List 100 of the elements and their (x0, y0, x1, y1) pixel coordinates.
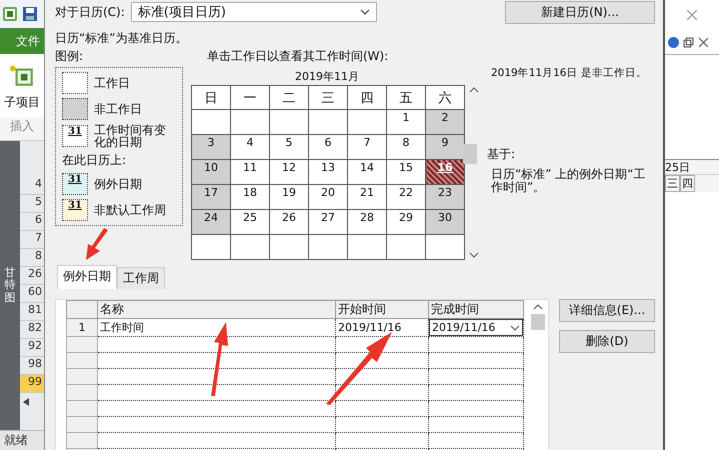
calendar-day[interactable]: 21 (348, 184, 386, 210)
row-number[interactable]: 81 (20, 303, 44, 321)
row-number[interactable]: 60 (20, 285, 44, 303)
close-icon[interactable] (698, 36, 709, 48)
weekday-header: 一 (230, 86, 270, 110)
save-icon[interactable] (22, 6, 38, 22)
scroll-up-icon[interactable] (469, 87, 479, 93)
legend-label: 例外日期 (94, 178, 142, 190)
project-logo-icon[interactable] (2, 6, 18, 22)
calendar-day[interactable]: 17 (192, 184, 230, 210)
calendar-day[interactable]: 25 (230, 210, 270, 234)
calendar-day[interactable] (192, 234, 230, 260)
calendar-day[interactable]: 9 (426, 134, 464, 160)
subproject-button[interactable]: 子项目 (4, 94, 40, 110)
row-number[interactable]: 8 (20, 249, 44, 267)
calendar-day[interactable]: 23 (426, 184, 464, 210)
weekday-header: 四 (348, 86, 386, 110)
calendar-day[interactable]: 16 (426, 160, 464, 184)
row-number[interactable]: 26 (20, 267, 44, 285)
legend-title: 图例: (55, 48, 84, 65)
calendar-day[interactable]: 11 (230, 160, 270, 184)
file-tab[interactable]: 文件 (0, 28, 44, 54)
calendar-day[interactable] (270, 234, 308, 260)
weekday-header: 日 (192, 86, 230, 110)
calendar-day[interactable] (230, 234, 270, 260)
timescale-weekday: 三 (665, 175, 680, 192)
calendar-label: 对于日历(C): (55, 4, 125, 20)
tab[interactable]: 例外日期 (57, 265, 117, 289)
base-calendar-note: 日历“标准”为基准日历。 (55, 30, 188, 47)
annotation-arrow (86, 228, 108, 260)
scroll-left-icon[interactable] (23, 398, 29, 406)
nonworking-swatch (463, 144, 477, 164)
calendar-day[interactable]: 14 (348, 160, 386, 184)
tab[interactable]: 工作周 (117, 267, 165, 289)
column-header: 开始时间 (336, 300, 428, 318)
chevron-down-icon (360, 9, 370, 15)
legend-label: 工作日 (94, 77, 130, 89)
row-number[interactable]: 7 (20, 231, 44, 249)
calendar-day[interactable] (426, 234, 464, 260)
calendar-day[interactable]: 19 (270, 184, 308, 210)
details-button[interactable]: 详细信息(E)... (559, 299, 655, 322)
legend-swatch: 31 (62, 199, 88, 221)
calendar-day[interactable]: 6 (308, 134, 348, 160)
new-calendar-button[interactable]: 新建日历(N)... (505, 0, 655, 24)
calendar-day[interactable]: 5 (270, 134, 308, 160)
scroll-up-icon[interactable] (533, 304, 543, 310)
view-label-bar[interactable]: 甘特图 (0, 141, 20, 430)
delete-button[interactable]: 删除(D) (559, 330, 655, 353)
help-icon[interactable] (668, 36, 679, 48)
calendar-day[interactable]: 20 (308, 184, 348, 210)
calendar-day[interactable]: 10 (192, 160, 230, 184)
calendar-day[interactable]: 28 (348, 210, 386, 234)
calendar-day[interactable]: 12 (270, 160, 308, 184)
legend-swatch (62, 98, 88, 120)
based-on-label: 基于: (487, 146, 516, 162)
calendar-day[interactable]: 24 (192, 210, 230, 234)
calendar-hint: 单击工作日以查看其工作时间(W): (206, 48, 390, 65)
column-header: 名称 (98, 300, 336, 318)
row-number[interactable]: 92 (20, 339, 44, 357)
timescale-date: 25日 (665, 160, 719, 175)
restore-icon[interactable] (683, 36, 694, 48)
timescale-weekday: 四 (680, 175, 695, 192)
calendar-day[interactable]: 4 (230, 134, 270, 160)
calendar-day[interactable]: 26 (270, 210, 308, 234)
based-on-text: 日历“标准” 上的例外日期“工作时间”。 (491, 168, 646, 194)
calendar-day[interactable]: 2 (426, 110, 464, 134)
calendar-day[interactable]: 30 (426, 210, 464, 234)
calendar-day[interactable]: 13 (308, 160, 348, 184)
row-number[interactable]: 5 (20, 195, 44, 213)
legend-label: 非默认工作周 (94, 204, 166, 216)
selected-date-status: 2019年11月16日 是非工作日。 (491, 66, 648, 81)
calendar-day[interactable] (386, 234, 426, 260)
scroll-thumb[interactable] (531, 314, 545, 330)
weekday-header: 二 (270, 86, 308, 110)
row-index: 1 (66, 318, 98, 336)
calendar-day[interactable]: 27 (308, 210, 348, 234)
finish-date-field[interactable]: 2019/11/16 (429, 319, 523, 336)
calendar-day[interactable] (348, 234, 386, 260)
legend-swatch: 31 (62, 125, 88, 147)
legend-label: 非工作日 (94, 103, 142, 115)
row-number[interactable]: 6 (20, 213, 44, 231)
row-number[interactable]: 99 (20, 375, 44, 393)
column-header: 完成时间 (428, 300, 524, 318)
legend-swatch (62, 72, 88, 94)
calendar-day[interactable] (308, 234, 348, 260)
legend-label: 工作时间有变化的日期 (94, 124, 167, 148)
month-title: 2019年11月 (294, 69, 360, 84)
scroll-down-icon[interactable] (469, 252, 479, 258)
row-number[interactable]: 82 (20, 321, 44, 339)
calendar-day[interactable] (348, 110, 386, 134)
row-number[interactable]: 4 (20, 177, 44, 195)
calendar-day[interactable] (230, 110, 270, 134)
chevron-down-icon[interactable] (510, 324, 520, 330)
calendar-day[interactable] (270, 110, 308, 134)
calendar-day[interactable]: 18 (230, 184, 270, 210)
calendar-dropdown[interactable]: 标准(项目日历) (130, 2, 377, 22)
calendar-day[interactable]: 7 (348, 134, 386, 160)
status-text: 就绪 (0, 430, 44, 450)
calendar-day[interactable] (308, 110, 348, 134)
calendar-day[interactable]: 3 (192, 134, 230, 160)
